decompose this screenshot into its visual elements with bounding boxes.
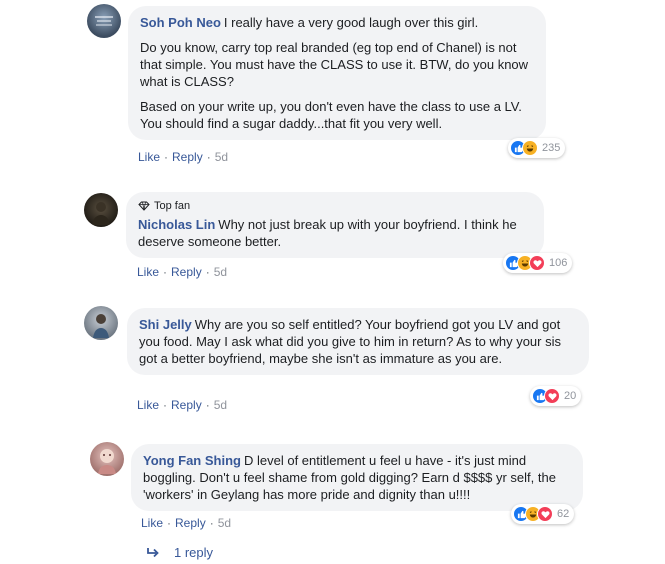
comment-author[interactable]: Shi Jelly xyxy=(139,317,192,332)
love-icon xyxy=(537,506,553,522)
avatar[interactable] xyxy=(90,442,124,476)
diamond-icon xyxy=(138,201,150,211)
comment-author[interactable]: Nicholas Lin xyxy=(138,217,215,232)
reply-button[interactable]: Reply xyxy=(172,150,203,164)
comment-bubble: Soh Poh Neo I really have a very good lau… xyxy=(128,6,546,140)
avatar-image xyxy=(92,202,110,225)
love-icon xyxy=(529,255,545,271)
top-fan-label: Top fan xyxy=(154,200,191,212)
comment-timestamp[interactable]: 5d xyxy=(215,150,228,164)
reaction-count: 20 xyxy=(564,390,577,402)
comment-bubble: Shi Jelly Why are you so self entitled? Y… xyxy=(127,308,589,375)
reply-button[interactable]: Reply xyxy=(175,516,206,530)
comment-author[interactable]: Yong Fan Shing xyxy=(143,453,241,468)
comment-actions: Like · Reply · 5d xyxy=(137,265,228,279)
comment-timestamp[interactable]: 5d xyxy=(218,516,231,530)
comment-actions: Like · Reply · 5d xyxy=(138,150,229,164)
reaction-count: 106 xyxy=(549,257,568,269)
avatar-image xyxy=(98,449,116,474)
like-button[interactable]: Like xyxy=(137,398,159,412)
avatar-image xyxy=(93,314,109,338)
reply-arrow-icon xyxy=(147,548,159,558)
comment-timestamp[interactable]: 5d xyxy=(214,398,227,412)
comment-author[interactable]: Soh Poh Neo xyxy=(140,15,221,30)
reaction-summary[interactable]: 106 xyxy=(503,253,573,273)
comment-bubble: Top fan Nicholas Lin Why not just break u… xyxy=(126,192,544,258)
view-replies-link[interactable]: 1 reply xyxy=(147,545,213,560)
comment-text: Do you know, carry top real branded (eg … xyxy=(140,40,529,89)
comment-actions: Like · Reply · 5d xyxy=(141,516,232,530)
reaction-summary[interactable]: 235 xyxy=(508,138,566,158)
reaction-summary[interactable]: 20 xyxy=(530,386,582,406)
comment-text: Why are you so self entitled? Your boyfr… xyxy=(139,317,561,366)
avatar-image xyxy=(95,16,113,26)
avatar[interactable] xyxy=(84,193,118,227)
reaction-summary[interactable]: 62 xyxy=(511,504,575,524)
comment-bubble: Yong Fan Shing D level of entitlement u f… xyxy=(131,444,583,511)
avatar[interactable] xyxy=(87,4,121,38)
comment-timestamp[interactable]: 5d xyxy=(214,265,227,279)
love-icon xyxy=(544,388,560,404)
avatar[interactable] xyxy=(84,306,118,340)
like-button[interactable]: Like xyxy=(138,150,160,164)
comment-text: Based on your write up, you don't even h… xyxy=(140,99,522,131)
top-fan-badge: Top fan xyxy=(138,199,532,213)
reply-button[interactable]: Reply xyxy=(171,398,202,412)
haha-icon xyxy=(522,140,538,156)
reply-button[interactable]: Reply xyxy=(171,265,202,279)
comment-text: I really have a very good laugh over thi… xyxy=(223,15,479,30)
reaction-count: 235 xyxy=(542,142,561,154)
reaction-count: 62 xyxy=(557,508,570,520)
like-button[interactable]: Like xyxy=(141,516,163,530)
view-replies-label[interactable]: 1 reply xyxy=(174,545,213,560)
comment-actions: Like · Reply · 5d xyxy=(137,398,228,412)
like-button[interactable]: Like xyxy=(137,265,159,279)
